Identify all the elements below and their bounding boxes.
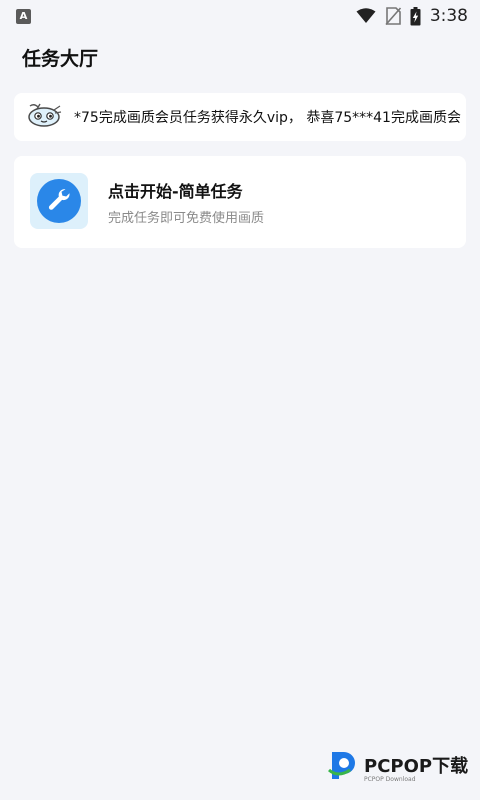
wifi-icon <box>356 8 376 24</box>
status-bar: A 3:38 <box>0 0 480 32</box>
task-card-simple[interactable]: 点击开始-简单任务 完成任务即可免费使用画质 <box>14 156 466 248</box>
watermark-sub: PCPOP Download <box>364 775 416 783</box>
page-title: 任务大厅 <box>22 48 99 70</box>
task-title: 点击开始-简单任务 <box>108 182 243 201</box>
marquee-text: *75完成画质会员任务获得永久vip， 恭喜75***41完成画质会 <box>74 110 461 126</box>
no-sim-icon <box>385 7 401 25</box>
pcpop-watermark: PCPOP下载 PCPOP Download <box>326 748 468 786</box>
task-subtitle: 完成任务即可免费使用画质 <box>108 211 265 226</box>
clock: 3:38 <box>429 6 468 26</box>
app-notification-icon: A <box>16 8 31 24</box>
mascot-icon <box>26 102 62 132</box>
announcement-marquee[interactable]: *75完成画质会员任务获得永久vip， 恭喜75***41完成画质会 <box>14 93 466 141</box>
task-icon-tile <box>30 173 88 229</box>
battery-charging-icon <box>410 6 421 26</box>
wrench-icon <box>46 186 72 216</box>
pcpop-logo-icon <box>326 748 360 786</box>
watermark-brand: PCPOP下载 <box>364 755 469 777</box>
